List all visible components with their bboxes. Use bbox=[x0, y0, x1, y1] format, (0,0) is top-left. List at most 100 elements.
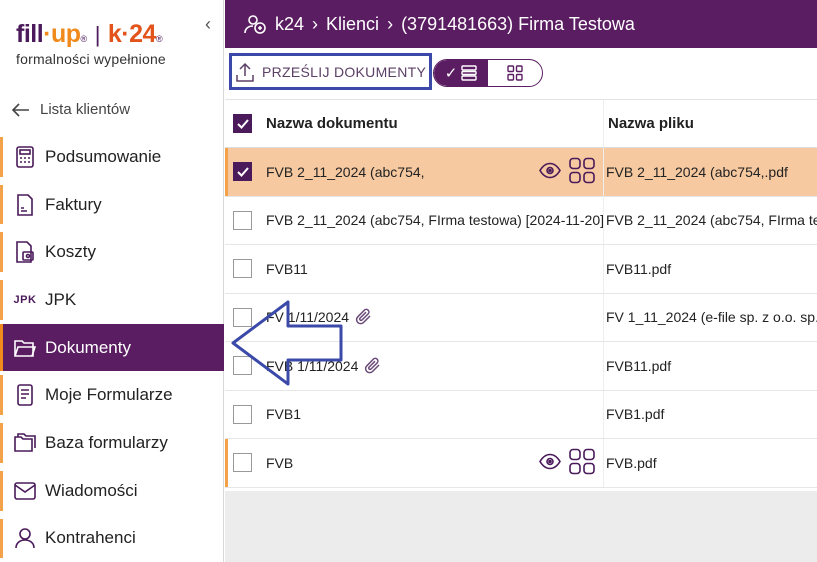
check-icon: ✓ bbox=[444, 65, 458, 82]
eye-icon[interactable] bbox=[539, 162, 561, 181]
grid-icon bbox=[507, 65, 523, 81]
view-toggle: ✓ bbox=[433, 59, 543, 87]
table-row[interactable]: FV 1/11/2024 FV 1_11_2024 (e-file sp. z o… bbox=[225, 293, 817, 342]
costs-icon bbox=[13, 240, 37, 264]
document-name-cell: FVB 1/11/2024 bbox=[260, 342, 603, 390]
collapse-sidebar-button[interactable]: ‹ bbox=[200, 14, 216, 34]
table-row[interactable]: FVB 2_11_2024 (abc754, FVB 2_11_2024 (abc… bbox=[225, 148, 817, 197]
folder-icon bbox=[13, 336, 37, 360]
table-row[interactable]: FVB1 FVB1.pdf bbox=[225, 390, 817, 439]
sidebar-item-moje-formularze[interactable]: Moje Formularze bbox=[0, 371, 224, 419]
sidebar-item-label: Podsumowanie bbox=[45, 146, 162, 166]
table-row[interactable]: FVB11 FVB11.pdf bbox=[225, 245, 817, 294]
file-name: FVB 2_11_2024 (abc754,.pdf bbox=[603, 148, 817, 196]
sidebar-item-label: Kontrahenci bbox=[45, 528, 136, 548]
upload-icon bbox=[236, 62, 254, 82]
attachment-icon[interactable] bbox=[364, 357, 382, 375]
row-checkbox[interactable] bbox=[233, 453, 252, 473]
file-name: FVB 2_11_2024 (abc754, FIrma testowa bbox=[603, 196, 817, 244]
document-name: FVB11 bbox=[266, 260, 308, 277]
sidebar-item-label: Baza formularzy bbox=[45, 432, 168, 452]
sidebar-item-dokumenty[interactable]: Dokumenty bbox=[0, 323, 224, 372]
table-empty-area bbox=[225, 491, 817, 562]
sidebar-item-podsumowanie[interactable]: Podsumowanie bbox=[0, 133, 224, 181]
list-view-toggle[interactable]: ✓ bbox=[434, 60, 488, 86]
back-to-clients-label: Lista klientów bbox=[40, 101, 131, 118]
file-name: FV 1_11_2024 (e-file sp. z o.o. sp. k bbox=[603, 293, 817, 341]
users-icon bbox=[244, 15, 266, 34]
upload-documents-label: PRZEŚLIJ DOKUMENTY bbox=[262, 63, 427, 80]
document-name: FV 1/11/2024 bbox=[266, 309, 350, 326]
column-header-file[interactable]: Nazwa pliku bbox=[603, 100, 817, 147]
logo-tagline: formalności wypełnione bbox=[16, 51, 166, 67]
table-row[interactable]: FVB 1/11/2024 FVB11.pdf bbox=[225, 342, 817, 391]
row-checkbox[interactable] bbox=[233, 162, 252, 182]
sidebar-item-label: Moje Formularze bbox=[45, 385, 173, 405]
sidebar-item-label: Dokumenty bbox=[45, 337, 131, 357]
invoice-icon bbox=[13, 193, 37, 217]
document-name-cell: FVB1 bbox=[260, 391, 603, 439]
row-checkbox[interactable] bbox=[233, 404, 252, 424]
column-header-name[interactable]: Nazwa dokumentu bbox=[260, 100, 603, 147]
select-all-checkbox[interactable] bbox=[233, 114, 252, 133]
chevron-right-icon: › bbox=[312, 13, 319, 34]
document-name: FVB1 bbox=[266, 406, 302, 423]
sidebar: fill ·up ® | k·24 ® formalności wypełnione … bbox=[0, 0, 224, 562]
file-name: FVB.pdf bbox=[603, 439, 817, 487]
file-name: FVB11.pdf bbox=[603, 245, 817, 293]
app-root: fill ·up ® | k·24 ® formalności wypełnione … bbox=[0, 0, 817, 562]
grid-actions-icon[interactable] bbox=[569, 448, 595, 477]
toolbar: PRZEŚLIJ DOKUMENTY ✓ bbox=[225, 48, 817, 100]
breadcrumb-k24[interactable]: k24 bbox=[275, 14, 304, 35]
sidebar-item-kontrahenci[interactable]: Kontrahenci bbox=[0, 515, 224, 562]
table-header: Nazwa dokumentu Nazwa pliku bbox=[225, 100, 817, 148]
document-name-cell: FVB11 bbox=[260, 245, 603, 293]
grid-actions-icon[interactable] bbox=[569, 157, 595, 186]
sidebar-item-faktury[interactable]: Faktury bbox=[0, 181, 224, 229]
sidebar-menu: Podsumowanie Faktury Koszty JPK JPK Doku… bbox=[0, 133, 224, 562]
row-checkbox[interactable] bbox=[233, 259, 252, 279]
row-checkbox[interactable] bbox=[233, 356, 252, 376]
sidebar-item-baza-formularzy[interactable]: Baza formularzy bbox=[0, 419, 224, 467]
jpk-icon: JPK bbox=[13, 293, 37, 306]
document-name: FVB 1/11/2024 bbox=[266, 357, 359, 374]
table-body: FVB 2_11_2024 (abc754, FVB 2_11_2024 (abc… bbox=[225, 148, 817, 488]
grid-view-toggle[interactable] bbox=[488, 60, 542, 86]
document-name-cell: FVB bbox=[260, 439, 603, 487]
file-name: FVB11.pdf bbox=[603, 342, 817, 390]
row-checkbox[interactable] bbox=[233, 307, 252, 327]
file-name: FVB1.pdf bbox=[603, 390, 817, 438]
person-icon bbox=[13, 526, 37, 550]
table-row[interactable]: FVB FVB.pdf bbox=[225, 439, 817, 488]
eye-icon[interactable] bbox=[539, 453, 561, 472]
document-name: FVB 2_11_2024 (abc754, bbox=[266, 163, 425, 180]
document-name-cell: FVB 2_11_2024 (abc754, FIrma testowa) [2… bbox=[260, 197, 603, 245]
logo: fill ·up ® | k·24 ® formalności wypełnione bbox=[16, 20, 206, 72]
sidebar-item-label: Koszty bbox=[45, 242, 97, 262]
sidebar-item-label: JPK bbox=[45, 289, 77, 309]
row-checkbox[interactable] bbox=[233, 210, 252, 230]
back-to-clients-link[interactable]: Lista klientów bbox=[12, 101, 130, 118]
sidebar-item-wiadomosci[interactable]: Wiadomości bbox=[0, 467, 224, 515]
document-name-cell: FV 1/11/2024 bbox=[260, 294, 603, 342]
form-icon bbox=[13, 383, 37, 407]
header-breadcrumb: k24 › Klienci › (3791481663) Firma Testo… bbox=[225, 0, 817, 48]
sidebar-item-jpk[interactable]: JPK JPK bbox=[0, 276, 224, 324]
chevron-right-icon: › bbox=[387, 13, 394, 34]
documents-table: Nazwa dokumentu Nazwa pliku FVB 2_11_202… bbox=[225, 100, 817, 488]
sidebar-item-label: Faktury bbox=[45, 194, 102, 214]
mail-icon bbox=[13, 479, 37, 503]
attachment-icon[interactable] bbox=[355, 308, 373, 326]
calculator-icon bbox=[13, 145, 37, 169]
document-name-cell: FVB 2_11_2024 (abc754, bbox=[260, 148, 603, 196]
folders-icon bbox=[13, 431, 37, 455]
breadcrumb-client: (3791481663) Firma Testowa bbox=[401, 13, 635, 34]
breadcrumb-klienci[interactable]: Klienci bbox=[326, 14, 379, 35]
sidebar-item-koszty[interactable]: Koszty bbox=[0, 228, 224, 276]
sidebar-item-label: Wiadomości bbox=[45, 480, 138, 500]
document-name: FVB bbox=[266, 454, 294, 471]
upload-documents-button[interactable]: PRZEŚLIJ DOKUMENTY bbox=[229, 53, 432, 90]
arrow-left-icon bbox=[12, 102, 29, 117]
table-row[interactable]: FVB 2_11_2024 (abc754, FIrma testowa) [2… bbox=[225, 196, 817, 245]
list-icon bbox=[461, 65, 477, 81]
